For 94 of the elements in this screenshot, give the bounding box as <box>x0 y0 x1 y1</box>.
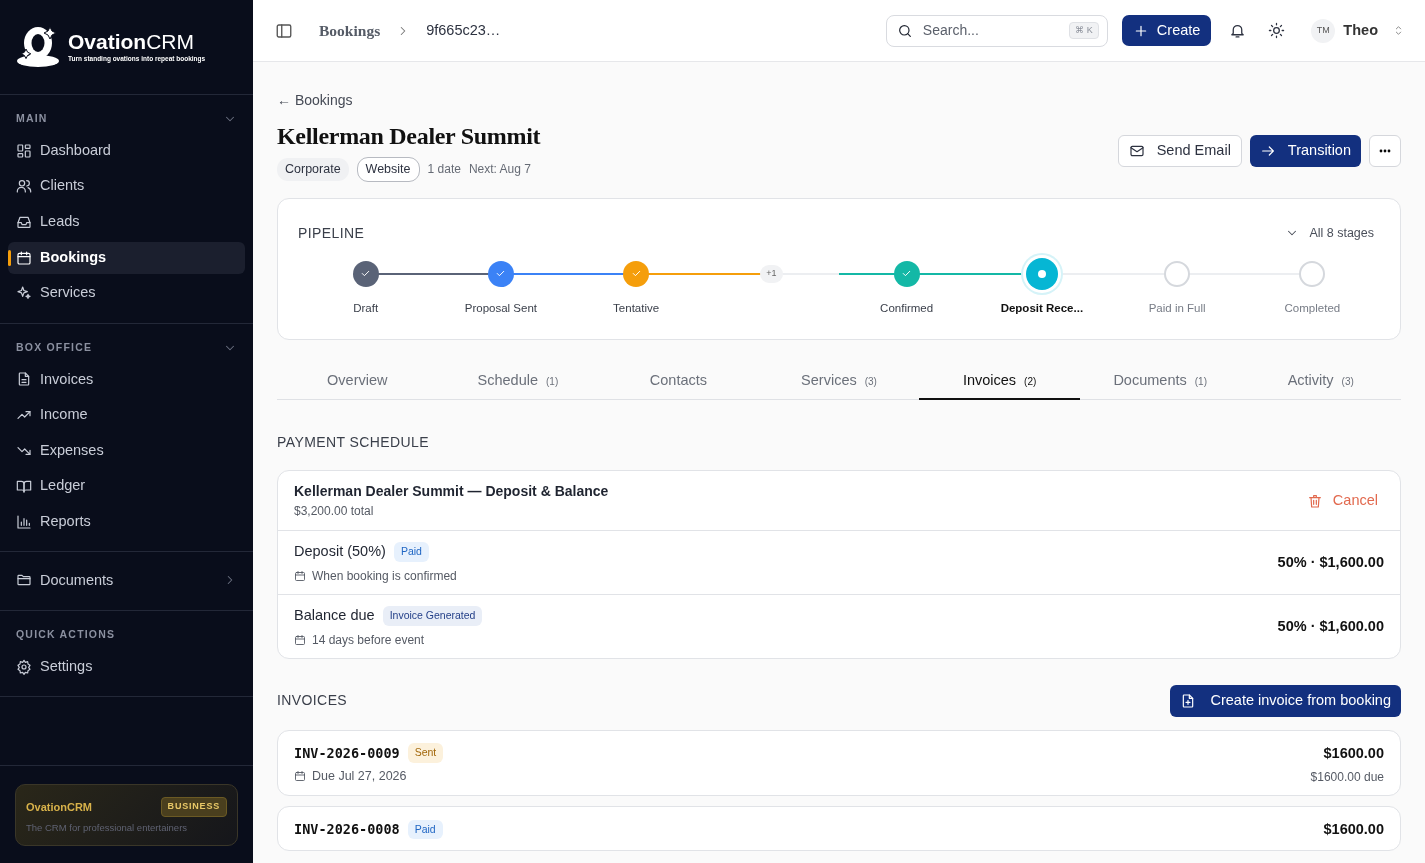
back-link[interactable]: ← Bookings <box>277 92 353 108</box>
sidebar-item[interactable]: Expenses <box>8 434 245 467</box>
settings-icon <box>16 658 32 675</box>
sidebar-item[interactable]: Dashboard <box>8 134 245 167</box>
stage-label: Draft <box>353 300 379 316</box>
plan-badge: BUSINESS <box>160 797 227 817</box>
schedule-item-name: Deposit (50%) <box>294 542 386 561</box>
status-badge: Paid <box>393 542 429 562</box>
mail-icon <box>1128 143 1145 159</box>
send-email-button[interactable]: Send Email <box>1117 135 1242 167</box>
logo-icon <box>16 25 62 69</box>
bar-chart-icon <box>16 513 32 530</box>
users-icon <box>16 178 32 195</box>
amount-due: $1600.00 due <box>1310 769 1384 787</box>
stage-label: Paid in Full <box>1148 300 1206 316</box>
invoice-card[interactable]: INV-2026-0009 Sent Due Jul 27, 2026 $1600.00 $1600.00 due <box>277 729 1401 797</box>
book-icon <box>16 478 32 495</box>
sun-icon <box>1268 22 1286 39</box>
plan-tagline: The CRM for professional entertainers <box>26 820 189 835</box>
sidebar-item[interactable]: Income <box>8 399 245 432</box>
breadcrumb-link[interactable]: Bookings <box>319 18 381 43</box>
stages-toggle[interactable]: All 8 stages <box>1279 222 1380 244</box>
invoice-number: INV-2026-0009 <box>294 743 400 763</box>
calendar-icon <box>294 569 306 582</box>
page-title: Kellerman Dealer Summit <box>277 122 541 151</box>
user-menu[interactable]: TM Theo <box>1311 18 1405 43</box>
user-name: Theo <box>1343 20 1378 40</box>
invoice-amount: $1600.00 <box>1322 743 1384 763</box>
section-title: INVOICES <box>277 691 348 710</box>
stage-label: Confirmed <box>880 300 934 316</box>
sidebar-item[interactable]: Settings <box>8 650 245 683</box>
sparkles-icon <box>16 285 32 302</box>
sidebar-item[interactable]: Ledger <box>8 470 245 503</box>
meta-text: 1 date <box>427 161 461 179</box>
trash-icon <box>1306 492 1323 509</box>
section-title: MAIN <box>16 111 48 126</box>
tab[interactable]: Contacts <box>598 364 759 400</box>
tab[interactable]: Services (3) <box>758 364 920 400</box>
transition-button[interactable]: Transition <box>1249 135 1361 167</box>
sidebar-item[interactable]: Invoices <box>8 363 245 396</box>
tab[interactable]: Invoices (2) <box>919 364 1080 400</box>
plan-total: $3,200.00 total <box>294 503 375 520</box>
tab[interactable]: Documents (1) <box>1079 364 1241 400</box>
plan-title: Kellerman Dealer Summit — Deposit & Balance <box>294 482 609 501</box>
due-rule: 14 days before event <box>312 631 425 649</box>
dashboard-icon <box>16 142 32 159</box>
status-badge: Paid <box>407 819 443 840</box>
search-input[interactable]: Search... <box>920 19 1062 42</box>
create-invoice-button[interactable]: Create invoice from booking <box>1170 684 1401 717</box>
document-icon <box>16 371 32 388</box>
card-title: PIPELINE <box>298 223 365 243</box>
calendar-icon <box>294 633 306 646</box>
create-button[interactable]: Create <box>1121 15 1212 46</box>
sidebar-toggle-icon <box>275 21 293 40</box>
sidebar-item[interactable]: Clients <box>8 170 245 203</box>
arrow-right-icon <box>1259 143 1276 159</box>
status-badge: Invoice Generated <box>382 605 483 626</box>
schedule-item-name: Balance due <box>294 605 375 625</box>
sidebar-item[interactable]: Services <box>8 277 245 310</box>
bell-icon <box>1229 22 1247 39</box>
shortcut-hint: ⌘ K <box>1069 21 1099 40</box>
calendar-icon <box>16 249 32 266</box>
section-title: QUICK ACTIONS <box>16 627 116 643</box>
tab[interactable]: Schedule (1) <box>437 364 599 400</box>
sidebar-item[interactable]: Bookings <box>8 241 245 274</box>
tag: Corporate <box>277 158 349 181</box>
invoice-amount: $1600.00 <box>1323 820 1384 840</box>
stage-label: Deposit Rece... <box>1000 300 1084 316</box>
tag: Website <box>356 157 420 182</box>
tab[interactable]: Activity (3) <box>1240 364 1402 400</box>
breadcrumb-link[interactable]: 9f665c23… <box>426 19 501 42</box>
hidden-stages-chip[interactable]: +1 <box>760 265 783 283</box>
due-rule: When booking is confirmed <box>312 567 457 585</box>
stage-label: Tentative <box>613 300 660 316</box>
search-icon <box>896 22 913 39</box>
invoice-number: INV-2026-0008 <box>294 820 400 840</box>
tab[interactable]: Overview <box>277 364 438 400</box>
stage-label: Proposal Sent <box>464 300 537 316</box>
stage-label: Completed <box>1284 300 1341 316</box>
sidebar-item[interactable]: Reports <box>8 505 245 538</box>
brand-name: OvationCRM <box>68 30 195 52</box>
invoice-card[interactable]: INV-2026-0008 Paid $1600.00 <box>277 806 1401 851</box>
calendar-icon <box>294 770 306 783</box>
amount: 50% · $1,600.00 <box>1277 616 1384 636</box>
section-title: PAYMENT SCHEDULE <box>277 433 430 452</box>
section-title: BOX OFFICE <box>16 339 93 355</box>
sidebar-item[interactable]: Documents <box>8 564 245 597</box>
status-badge: Sent <box>407 742 444 763</box>
avatar: TM <box>1311 18 1336 43</box>
meta-text: Next: Aug 7 <box>468 161 531 179</box>
due-date: Due Jul 27, 2026 <box>312 767 407 785</box>
plan-name: OvationCRM <box>26 799 92 815</box>
sidebar-item[interactable]: Leads <box>8 205 245 238</box>
amount: 50% · $1,600.00 <box>1277 553 1384 572</box>
